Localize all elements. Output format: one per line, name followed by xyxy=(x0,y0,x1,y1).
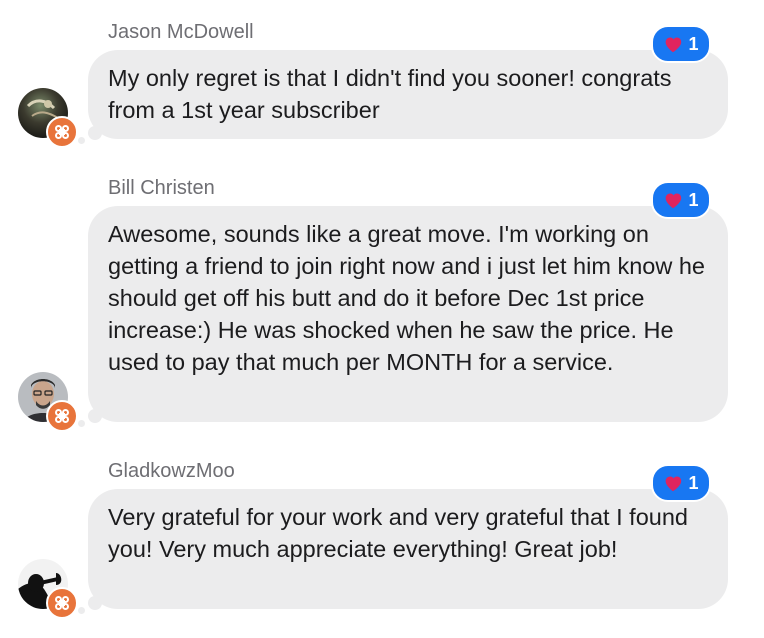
bubble-tail xyxy=(88,409,102,423)
heart-icon xyxy=(666,476,682,492)
comment-item: GladkowzMoo Very grateful for your work … xyxy=(0,459,764,629)
comment-item: Jason McDowell My only regret is that I … xyxy=(0,20,764,150)
app-badge-icon xyxy=(46,587,78,619)
heart-icon xyxy=(666,37,682,53)
reaction-count: 1 xyxy=(688,190,699,210)
comment-author[interactable]: GladkowzMoo xyxy=(108,459,235,483)
comment-author[interactable]: Jason McDowell xyxy=(108,20,254,44)
bubble-tail xyxy=(88,126,102,140)
comment-item: Bill Christen Awesome, sounds like a gre… xyxy=(0,176,764,436)
comment-bubble[interactable]: Very grateful for your work and very gra… xyxy=(88,489,728,609)
comment-text: Very grateful for your work and very gra… xyxy=(108,504,688,562)
app-badge-icon xyxy=(46,400,78,432)
reaction-badge[interactable]: 1 xyxy=(651,181,711,219)
reaction-count: 1 xyxy=(688,473,699,493)
app-badge-icon xyxy=(46,116,78,148)
reaction-count: 1 xyxy=(688,34,699,54)
bubble-tail xyxy=(88,596,102,610)
reaction-badge[interactable]: 1 xyxy=(651,464,711,502)
comment-author[interactable]: Bill Christen xyxy=(108,176,215,200)
bubble-tail xyxy=(78,137,85,144)
heart-icon xyxy=(666,193,682,209)
bubble-tail xyxy=(78,607,85,614)
comment-bubble[interactable]: My only regret is that I didn't find you… xyxy=(88,50,728,139)
bubble-tail xyxy=(78,420,85,427)
comment-text: My only regret is that I didn't find you… xyxy=(108,65,672,123)
comment-bubble[interactable]: Awesome, sounds like a great move. I'm w… xyxy=(88,206,728,422)
comment-text: Awesome, sounds like a great move. I'm w… xyxy=(108,221,705,375)
reaction-badge[interactable]: 1 xyxy=(651,25,711,63)
